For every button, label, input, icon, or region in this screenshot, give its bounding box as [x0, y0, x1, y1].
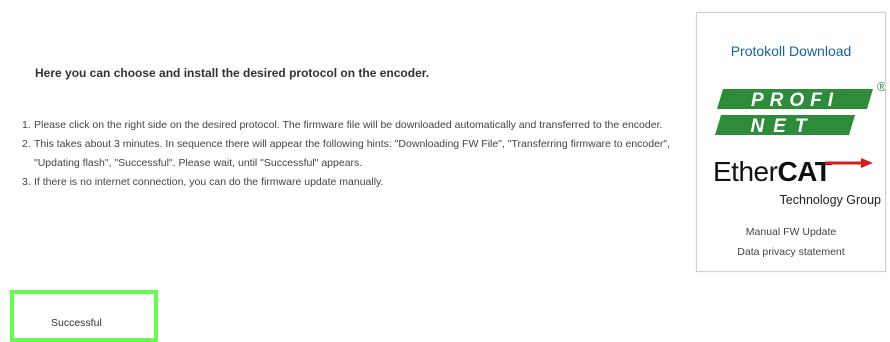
ethercat-arrow-icon — [825, 158, 873, 168]
status-highlight: Successful — [10, 290, 158, 342]
ethercat-wordmark: EtherCAT — [713, 156, 832, 188]
registered-mark: ® — [877, 79, 885, 94]
instructions-list: 1. Please click on the right side on the… — [22, 116, 682, 192]
data-privacy-link[interactable]: Data privacy statement — [697, 246, 885, 258]
profinet-top-text: PROFI — [751, 90, 839, 111]
instruction-step: 1. Please click on the right side on the… — [22, 116, 682, 135]
step-text: Please click on the right side on the de… — [34, 119, 663, 131]
profinet-bottom-row: NET — [715, 115, 855, 137]
manual-fw-update-link[interactable]: Manual FW Update — [697, 226, 885, 238]
instruction-step: 2. This takes about 3 minutes. In sequen… — [22, 135, 682, 173]
step-number: 3. — [22, 176, 31, 188]
status-text: Successful — [51, 317, 102, 329]
step-text: If there is no internet connection, you … — [34, 176, 384, 188]
instructions-heading: Here you can choose and install the desi… — [35, 66, 430, 80]
step-number: 1. — [22, 119, 31, 131]
profinet-top-row: PROFI — [717, 89, 873, 111]
profinet-logo-button[interactable]: PROFI NET ® — [715, 77, 885, 163]
step-number: 2. — [22, 138, 31, 150]
ethercat-subtitle: Technology Group — [779, 193, 881, 207]
protocol-download-panel: Protokoll Download PROFI NET ® EtherCAT … — [696, 12, 886, 272]
protocol-download-title[interactable]: Protokoll Download — [697, 43, 885, 59]
instruction-step: 3. If there is no internet connection, y… — [22, 173, 682, 192]
profinet-bottom-text: NET — [751, 116, 816, 137]
step-text: This takes about 3 minutes. In sequence … — [34, 138, 671, 169]
ethercat-ether-text: Ether — [713, 156, 778, 187]
ethercat-cat-text: CAT — [777, 156, 832, 187]
ethercat-logo-button[interactable]: EtherCAT Technology Group — [713, 156, 885, 212]
